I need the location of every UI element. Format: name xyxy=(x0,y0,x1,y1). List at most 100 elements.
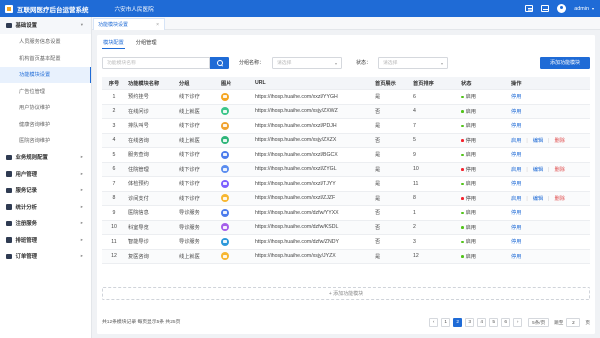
table-row[interactable]: 3 排队叫号 线下诊疗 https://ihosp.huaihe.com/xxzl/P… xyxy=(102,119,590,134)
row-number: 5 xyxy=(112,151,116,158)
status-cell: 启用 xyxy=(459,238,509,245)
column-header[interactable]: 首页排序 xyxy=(411,80,459,87)
edit-link[interactable]: 编辑 xyxy=(533,167,543,173)
table-row[interactable]: 5 服务查询 线下诊疗 https://ihosp.huaihe.com/xxzl/B… xyxy=(102,148,590,163)
delete-link[interactable]: 删除 xyxy=(555,196,565,202)
actions-cell: 停用 xyxy=(509,253,590,260)
disable-link[interactable]: 停用 xyxy=(511,123,521,129)
disable-link[interactable]: 停用 xyxy=(511,254,521,260)
prev-page-button[interactable]: ‹ xyxy=(429,318,439,327)
page-button[interactable]: 1 xyxy=(441,318,451,327)
edit-link[interactable]: 编辑 xyxy=(533,196,543,202)
message-icon[interactable] xyxy=(541,5,550,12)
table-row[interactable]: 12 复医咨询 线上就医 https://ihosp.huaihe.com/xsjy/… xyxy=(102,249,590,264)
row-number: 6 xyxy=(112,166,116,173)
search-button[interactable] xyxy=(210,57,229,69)
page-button[interactable]: 2 xyxy=(453,318,463,327)
status-select[interactable]: 请选择 ▾ xyxy=(378,57,448,69)
table-row[interactable]: 6 住院管理 线下诊疗 https://ihosp.huaihe.com/xxzl/Z… xyxy=(102,162,590,177)
user-name[interactable]: admin xyxy=(574,6,589,12)
table-row[interactable]: 8 诊间支付 线下诊疗 https://ihosp.huaihe.com/xxzl/Z… xyxy=(102,191,590,206)
sidebar-group[interactable]: 注册服务 ▸ xyxy=(0,215,91,232)
row-number: 9 xyxy=(112,209,116,216)
disable-link[interactable]: 停用 xyxy=(511,210,521,216)
table-row[interactable]: 4 在线咨询 线上就医 https://ihosp.huaihe.com/xsjy/Z… xyxy=(102,133,590,148)
disable-link[interactable]: 停用 xyxy=(511,109,521,115)
sidebar-group[interactable]: 排班管理 ▸ xyxy=(0,232,91,249)
chevron-right-icon: ▸ xyxy=(80,203,83,209)
column-header[interactable]: 序号 xyxy=(102,80,126,87)
module-name: 服务查询 xyxy=(128,152,149,159)
disable-link[interactable]: 停用 xyxy=(511,94,521,100)
sidebar-group[interactable]: 订单管理 ▸ xyxy=(0,248,91,265)
page-button[interactable]: 5 xyxy=(489,318,499,327)
tab-module-config[interactable]: 模块配置 xyxy=(102,37,125,49)
document-icon[interactable] xyxy=(525,5,534,12)
sidebar-item[interactable]: 人员服务信息设置 xyxy=(0,34,91,51)
status-cell: 启用 xyxy=(459,93,509,100)
sidebar-item[interactable]: 医院咨询维护 xyxy=(0,133,91,150)
table-row[interactable]: 10 科室导览 导诊服务 https://ihosp.huaihe.com/dzfw/… xyxy=(102,220,590,235)
module-url: https://ihosp.huaihe.com/xsjy/ZXWZ xyxy=(255,108,338,115)
edit-link[interactable]: 编辑 xyxy=(533,138,543,144)
table-row[interactable]: 7 体检预约 线下诊疗 https://ihosp.huaihe.com/xxzl/T… xyxy=(102,177,590,192)
sidebar-group[interactable]: 基础设置 ▾ xyxy=(0,17,91,34)
sidebar-group[interactable]: 统计分析 ▸ xyxy=(0,199,91,216)
sidebar-item[interactable]: 功能模块设置 xyxy=(0,66,91,83)
sidebar-group[interactable]: 业务规则配置 ▸ xyxy=(0,149,91,166)
close-icon[interactable]: × xyxy=(156,22,159,28)
table-row[interactable]: 2 在线问诊 线上就医 https://ihosp.huaihe.com/xsjy/Z… xyxy=(102,104,590,119)
sidebar-group[interactable]: 用户管理 ▸ xyxy=(0,166,91,183)
next-page-button[interactable]: › xyxy=(513,318,523,327)
table-row[interactable]: 9 医院信息 导诊服务 https://ihosp.huaihe.com/dzfw/Y… xyxy=(102,206,590,221)
page-button[interactable]: 3 xyxy=(465,318,475,327)
column-header[interactable]: 分组 xyxy=(177,80,219,87)
sidebar-group[interactable]: 服务记录 ▸ xyxy=(0,182,91,199)
row-number: 4 xyxy=(112,137,116,144)
module-url: https://ihosp.huaihe.com/xxzl/YYGH xyxy=(255,93,338,100)
disable-link[interactable]: 停用 xyxy=(511,152,521,158)
table-row[interactable]: 11 智能导诊 导诊服务 https://ihosp.huaihe.com/dzfw/… xyxy=(102,235,590,250)
add-module-button[interactable]: 添加功能模块 xyxy=(540,57,590,69)
page-size-select[interactable]: 5条/页 xyxy=(528,318,550,327)
column-header[interactable]: 功能模块名称 xyxy=(126,80,177,87)
page-button[interactable]: 4 xyxy=(477,318,487,327)
sidebar-item[interactable]: 用户协议维护 xyxy=(0,100,91,117)
enable-link[interactable]: 启用 xyxy=(511,196,521,202)
delete-link[interactable]: 删除 xyxy=(555,138,565,144)
disable-link[interactable]: 停用 xyxy=(511,181,521,187)
module-image-cell xyxy=(219,92,253,101)
disable-link[interactable]: 停用 xyxy=(511,239,521,245)
sidebar-item[interactable]: 健康咨询维护 xyxy=(0,116,91,133)
disable-link[interactable]: 停用 xyxy=(511,225,521,231)
sidebar-group-label: 注册服务 xyxy=(15,221,38,228)
separator: | xyxy=(526,195,528,202)
add-module-row-button[interactable]: + 添加功能模块 xyxy=(102,287,590,300)
status-badge: 启用 xyxy=(465,108,476,115)
page-button[interactable]: 6 xyxy=(501,318,511,327)
avatar[interactable] xyxy=(557,4,567,13)
column-header[interactable]: 图片 xyxy=(219,80,253,87)
sidebar-item[interactable]: 机构首页基本配置 xyxy=(0,50,91,67)
enable-link[interactable]: 启用 xyxy=(511,167,521,173)
delete-link[interactable]: 删除 xyxy=(555,167,565,173)
search-input[interactable]: 功能模块名称 xyxy=(102,57,210,69)
module-url: https://ihosp.huaihe.com/xxzl/PDJH xyxy=(255,122,337,129)
tab-group-management[interactable]: 分组管理 xyxy=(135,37,158,49)
column-header[interactable]: 首页展示 xyxy=(373,80,411,87)
column-header[interactable]: 状态 xyxy=(459,80,509,87)
jump-input[interactable]: 2 xyxy=(566,318,581,327)
tab-function-module[interactable]: 功能模块设置 × xyxy=(93,18,165,30)
module-name: 在线咨询 xyxy=(128,137,149,144)
module-image-cell xyxy=(219,237,253,246)
group-select[interactable]: 请选择 ▾ xyxy=(272,57,342,69)
sidebar-item[interactable]: 广告位管理 xyxy=(0,83,91,100)
column-header[interactable]: 操作 xyxy=(509,80,590,87)
enable-link[interactable]: 启用 xyxy=(511,138,521,144)
actions-cell: 停用 xyxy=(509,93,590,100)
module-url: https://ihosp.huaihe.com/xxzl/ZYGL xyxy=(255,166,337,173)
home-display: 是 xyxy=(375,195,381,202)
table-row[interactable]: 1 预约挂号 线下诊疗 https://ihosp.huaihe.com/xxzl/Y… xyxy=(102,90,590,105)
column-header[interactable]: URL xyxy=(253,80,373,86)
chevron-down-icon[interactable]: ▾ xyxy=(592,6,594,11)
